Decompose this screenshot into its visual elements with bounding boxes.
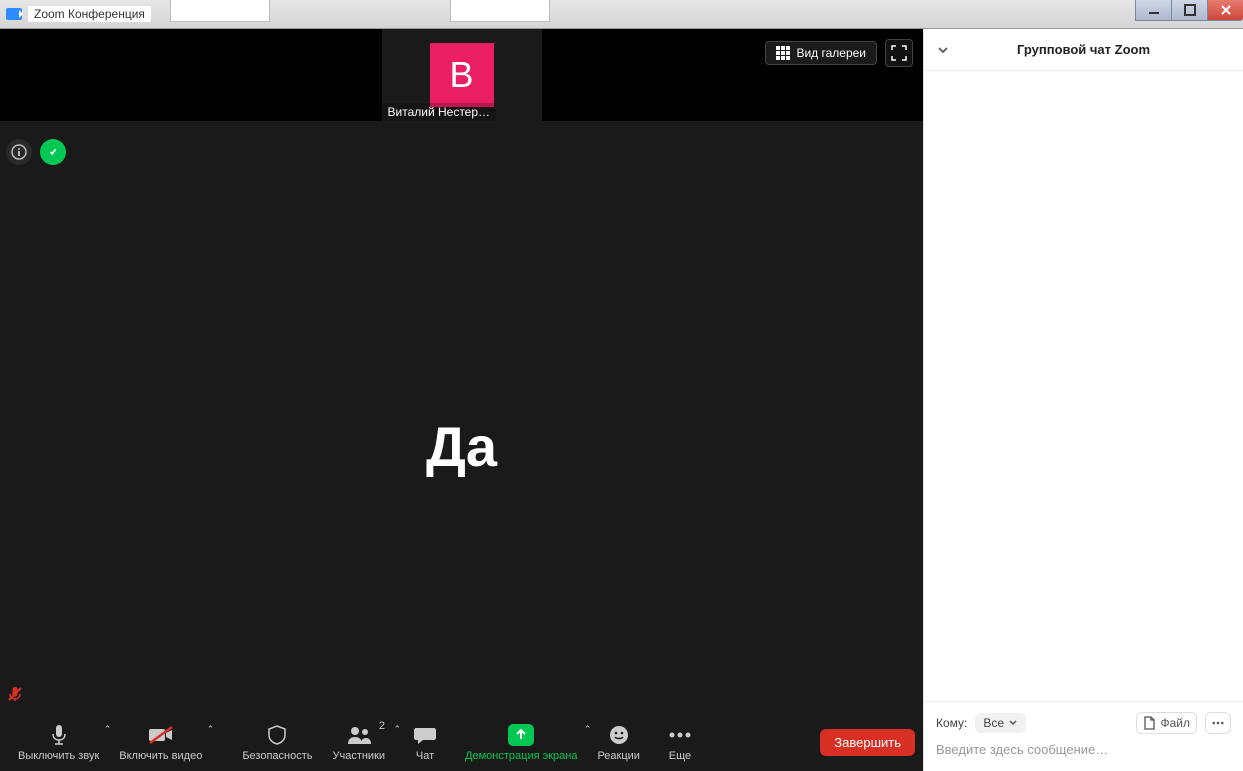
meeting-toolbar: ⌃ Выключить звук ⌃ <box>0 713 923 771</box>
video-options-caret[interactable]: ⌃ <box>207 724 215 735</box>
participant-thumbnail[interactable]: В Виталий Нестер… <box>382 29 542 121</box>
avatar-letter: В <box>449 54 473 96</box>
more-icon <box>668 731 692 739</box>
participant-name: Виталий Нестер… <box>382 103 497 121</box>
main-speaker-label: Да <box>426 414 497 479</box>
minimize-button[interactable] <box>1135 0 1171 21</box>
video-button[interactable]: ⌃ Включить видео <box>109 718 212 766</box>
chat-footer: Кому: Все Файл <box>924 701 1243 771</box>
reactions-label: Реакции <box>597 750 640 762</box>
title-blank-b <box>450 0 550 22</box>
participants-button[interactable]: ⌃ 2 Участники <box>322 718 395 766</box>
encryption-badge[interactable] <box>40 139 66 165</box>
end-meeting-button[interactable]: Завершить <box>820 729 915 756</box>
chat-recipient-select[interactable]: Все <box>975 713 1026 733</box>
reactions-button[interactable]: Реакции <box>587 718 650 766</box>
mute-button[interactable]: ⌃ Выключить звук <box>8 718 109 766</box>
shield-icon <box>266 724 288 746</box>
more-button[interactable]: Еще <box>650 718 710 766</box>
chat-collapse-button[interactable] <box>936 43 950 57</box>
main-video-stage: Да <box>0 121 923 771</box>
fullscreen-icon <box>891 45 907 61</box>
chat-more-button[interactable] <box>1205 712 1231 734</box>
participant-avatar: В <box>430 43 494 107</box>
microphone-icon <box>49 724 69 746</box>
chat-label: Чат <box>416 750 434 762</box>
chat-title: Групповой чат Zoom <box>1017 42 1150 57</box>
chat-icon <box>413 725 437 745</box>
fullscreen-button[interactable] <box>885 39 913 67</box>
chevron-down-icon <box>936 43 950 57</box>
mute-label: Выключить звук <box>18 750 99 762</box>
share-label: Демонстрация экрана <box>465 750 577 762</box>
chat-file-label: Файл <box>1160 716 1190 730</box>
security-button[interactable]: Безопасность <box>232 718 322 766</box>
share-screen-button[interactable]: ⌃ Демонстрация экрана <box>455 718 587 766</box>
chat-button[interactable]: Чат <box>395 718 455 766</box>
chat-panel: Групповой чат Zoom Кому: Все Файл <box>923 29 1243 771</box>
participants-label: Участники <box>332 750 385 762</box>
chevron-down-icon <box>1008 718 1018 728</box>
window-title: Zoom Конференция <box>28 6 151 22</box>
gallery-view-label: Вид галереи <box>796 46 866 60</box>
chat-input[interactable] <box>936 742 1231 757</box>
chat-header: Групповой чат Zoom <box>924 29 1243 71</box>
chat-messages[interactable] <box>924 71 1243 701</box>
file-icon <box>1143 716 1156 730</box>
grid-icon <box>776 46 790 60</box>
gallery-view-button[interactable]: Вид галереи <box>765 41 877 65</box>
maximize-button[interactable] <box>1171 0 1207 21</box>
chat-recipient-value: Все <box>983 716 1004 730</box>
chat-to-label: Кому: <box>936 716 967 730</box>
more-label: Еще <box>669 750 691 762</box>
video-label: Включить видео <box>119 750 202 762</box>
chat-file-button[interactable]: Файл <box>1136 712 1197 734</box>
self-muted-indicator <box>6 685 24 703</box>
shield-check-icon <box>46 145 60 159</box>
video-area: В Виталий Нестер… Вид галереи <box>0 29 923 771</box>
security-label: Безопасность <box>242 750 312 762</box>
close-button[interactable] <box>1207 0 1243 21</box>
thumbnail-strip: В Виталий Нестер… Вид галереи <box>0 29 923 121</box>
camera-off-icon <box>148 725 174 745</box>
zoom-app-icon <box>6 8 22 20</box>
participants-count: 2 <box>379 720 385 732</box>
meeting-info-button[interactable] <box>6 139 32 165</box>
participants-icon <box>345 725 373 745</box>
title-blank-a <box>170 0 270 22</box>
more-icon <box>1212 721 1224 725</box>
mic-muted-icon <box>6 685 24 703</box>
smile-icon <box>608 724 630 746</box>
titlebar: Zoom Конференция <box>0 0 1243 29</box>
share-icon <box>508 724 534 746</box>
info-icon <box>11 144 27 160</box>
